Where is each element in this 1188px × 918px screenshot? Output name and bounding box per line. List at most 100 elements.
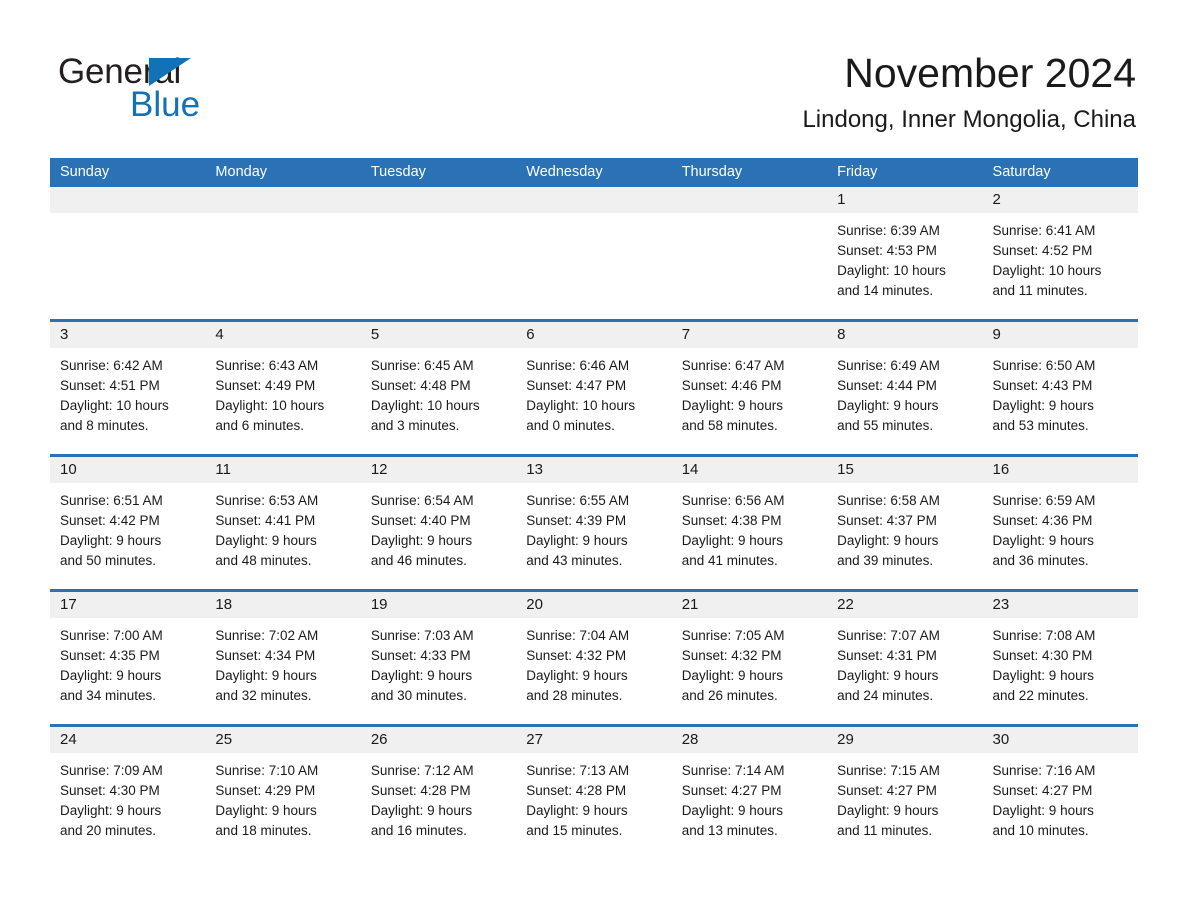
calendar-page: General Blue November 2024 Lindong, Inne… — [0, 0, 1188, 918]
general-blue-logo[interactable]: General Blue — [58, 52, 398, 132]
day-details: Sunrise: 6:41 AM Sunset: 4:52 PM Daylight:… — [983, 213, 1138, 301]
day-number: 18 — [215, 596, 233, 613]
day-details — [205, 213, 360, 221]
daylight-text-cont: and 36 minutes. — [992, 553, 1089, 568]
daylight-text-cont: and 28 minutes. — [526, 688, 623, 703]
day-cell[interactable]: 15 Sunrise: 6:58 AM Sunset: 4:37 PM Dayligh… — [827, 457, 983, 589]
day-details: Sunrise: 7:02 AM Sunset: 4:34 PM Daylight:… — [205, 618, 360, 706]
daylight-text: Daylight: 9 hours — [526, 533, 628, 548]
day-number: 6 — [526, 326, 535, 343]
day-number: 26 — [370, 731, 388, 748]
day-number: 24 — [60, 731, 77, 748]
day-cell[interactable]: 17 Sunrise: 7:00 AM Sunset: 4:35 PM Dayligh… — [50, 592, 206, 724]
day-cell[interactable]: 4 Sunrise: 6:43 AM Sunset: 4:49 PM Daylight… — [205, 322, 361, 454]
day-cell[interactable]: 24 Sunrise: 7:09 AM Sunset: 4:30 PM Dayligh… — [50, 727, 206, 859]
weekday-header-thursday: Thursday — [681, 164, 743, 180]
daylight-text: Daylight: 9 hours — [837, 803, 939, 818]
day-cell[interactable]: 30 Sunrise: 7:16 AM Sunset: 4:27 PM Dayligh… — [982, 727, 1138, 859]
day-cell[interactable]: 13 Sunrise: 6:55 AM Sunset: 4:39 PM Dayligh… — [516, 457, 672, 589]
daylight-text-cont: and 15 minutes. — [526, 823, 623, 838]
day-details — [50, 213, 205, 221]
day-details: Sunrise: 6:50 AM Sunset: 4:43 PM Daylight:… — [983, 348, 1138, 436]
sunset-text: Sunset: 4:27 PM — [837, 783, 937, 798]
day-cell[interactable]: 12 Sunrise: 6:54 AM Sunset: 4:40 PM Dayligh… — [360, 457, 517, 589]
week-cells: 17 Sunrise: 7:00 AM Sunset: 4:35 PM Dayligh… — [50, 592, 1138, 724]
day-number-band: 7 — [671, 322, 828, 348]
daylight-text-cont: and 32 minutes. — [215, 688, 312, 703]
daylight-text: Daylight: 10 hours — [526, 398, 636, 413]
day-cell[interactable]: 6 Sunrise: 6:46 AM Sunset: 4:47 PM Daylight… — [516, 322, 672, 454]
day-cell[interactable]: 27 Sunrise: 7:13 AM Sunset: 4:28 PM Dayligh… — [516, 727, 672, 859]
sunrise-text: Sunrise: 7:08 AM — [992, 628, 1096, 643]
day-number: 23 — [992, 596, 1010, 613]
sunset-text: Sunset: 4:32 PM — [681, 648, 782, 663]
sunrise-text: Sunrise: 7:13 AM — [526, 763, 630, 778]
sunset-text: Sunset: 4:46 PM — [681, 378, 782, 393]
sunset-text: Sunset: 4:38 PM — [681, 513, 782, 528]
day-cell[interactable]: 28 Sunrise: 7:14 AM Sunset: 4:27 PM Dayligh… — [671, 727, 828, 859]
sunset-text: Sunset: 4:27 PM — [992, 783, 1093, 798]
daylight-text: Daylight: 9 hours — [60, 803, 162, 818]
day-cell[interactable]: 22 Sunrise: 7:07 AM Sunset: 4:31 PM Dayligh… — [827, 592, 983, 724]
daylight-text: Daylight: 9 hours — [681, 533, 783, 548]
day-number: 13 — [526, 461, 543, 478]
day-cell[interactable]: 20 Sunrise: 7:04 AM Sunset: 4:32 PM Dayligh… — [516, 592, 672, 724]
sunrise-text: Sunrise: 7:03 AM — [370, 628, 474, 643]
day-number: 12 — [370, 461, 388, 478]
day-cell[interactable]: 5 Sunrise: 6:45 AM Sunset: 4:48 PM Daylight… — [360, 322, 517, 454]
day-cell[interactable]: 14 Sunrise: 6:56 AM Sunset: 4:38 PM Dayligh… — [671, 457, 828, 589]
day-cell[interactable]: 1 Sunrise: 6:39 AM Sunset: 4:53 PM Daylight… — [827, 187, 983, 319]
sunrise-text: Sunrise: 6:51 AM — [60, 493, 163, 508]
day-number: 5 — [370, 326, 380, 343]
day-cell[interactable]: 18 Sunrise: 7:02 AM Sunset: 4:34 PM Dayligh… — [205, 592, 361, 724]
day-number-band: 25 — [205, 727, 361, 753]
day-details — [361, 213, 516, 221]
daylight-text-cont: and 3 minutes. — [370, 418, 460, 433]
day-cell[interactable]: 25 Sunrise: 7:10 AM Sunset: 4:29 PM Dayligh… — [205, 727, 361, 859]
day-details: Sunrise: 7:05 AM Sunset: 4:32 PM Daylight:… — [672, 618, 827, 706]
day-cell[interactable]: 16 Sunrise: 6:59 AM Sunset: 4:36 PM Dayligh… — [982, 457, 1138, 589]
sunset-text: Sunset: 4:40 PM — [370, 513, 471, 528]
sunset-text: Sunset: 4:52 PM — [992, 243, 1093, 258]
sunset-text: Sunset: 4:43 PM — [992, 378, 1093, 393]
day-cell[interactable]: 3 Sunrise: 6:42 AM Sunset: 4:51 PM Daylight… — [50, 322, 206, 454]
day-cell[interactable]: 10 Sunrise: 6:51 AM Sunset: 4:42 PM Dayligh… — [50, 457, 206, 589]
weekday-header-row: Sunday Monday Tuesday Wednesday Thursday Frid… — [50, 158, 1138, 187]
daylight-text-cont: and 22 minutes. — [992, 688, 1089, 703]
daylight-text: Daylight: 9 hours — [215, 668, 317, 683]
daylight-text: Daylight: 9 hours — [992, 668, 1094, 683]
sunset-text: Sunset: 4:49 PM — [215, 378, 316, 393]
day-cell[interactable]: 8 Sunrise: 6:49 AM Sunset: 4:44 PM Daylight… — [827, 322, 983, 454]
day-details: Sunrise: 7:07 AM Sunset: 4:31 PM Daylight:… — [827, 618, 982, 706]
daylight-text-cont: and 43 minutes. — [526, 553, 623, 568]
day-cell[interactable]: 11 Sunrise: 6:53 AM Sunset: 4:41 PM Dayligh… — [205, 457, 361, 589]
day-cell[interactable]: 26 Sunrise: 7:12 AM Sunset: 4:28 PM Dayligh… — [360, 727, 517, 859]
sunrise-text: Sunrise: 6:42 AM — [60, 358, 163, 373]
day-details: Sunrise: 7:12 AM Sunset: 4:28 PM Daylight:… — [361, 753, 516, 841]
day-details — [516, 213, 671, 221]
sunset-text: Sunset: 4:37 PM — [837, 513, 937, 528]
day-number-band: 22 — [827, 592, 983, 618]
sunset-text: Sunset: 4:47 PM — [526, 378, 627, 393]
day-number-band: 29 — [827, 727, 983, 753]
weekday-header-monday: Monday — [215, 164, 268, 180]
sunset-text: Sunset: 4:34 PM — [215, 648, 316, 663]
day-details: Sunrise: 6:59 AM Sunset: 4:36 PM Daylight:… — [983, 483, 1138, 571]
daylight-text: Daylight: 9 hours — [681, 803, 783, 818]
day-number: 25 — [215, 731, 233, 748]
day-cell[interactable]: 23 Sunrise: 7:08 AM Sunset: 4:30 PM Dayligh… — [982, 592, 1138, 724]
day-number-band: 14 — [671, 457, 828, 483]
day-number: 27 — [526, 731, 543, 748]
day-details: Sunrise: 7:00 AM Sunset: 4:35 PM Daylight:… — [50, 618, 205, 706]
day-cell[interactable]: 29 Sunrise: 7:15 AM Sunset: 4:27 PM Dayligh… — [827, 727, 983, 859]
day-number: 10 — [60, 461, 77, 478]
day-cell[interactable]: 21 Sunrise: 7:05 AM Sunset: 4:32 PM Dayligh… — [671, 592, 828, 724]
day-cell[interactable]: 9 Sunrise: 6:50 AM Sunset: 4:43 PM Daylight… — [982, 322, 1138, 454]
day-cell[interactable]: 2 Sunrise: 6:41 AM Sunset: 4:52 PM Daylight… — [982, 187, 1138, 319]
day-cell[interactable]: 7 Sunrise: 6:47 AM Sunset: 4:46 PM Daylight… — [671, 322, 828, 454]
day-cell[interactable]: 19 Sunrise: 7:03 AM Sunset: 4:33 PM Dayligh… — [360, 592, 517, 724]
sunset-text: Sunset: 4:42 PM — [60, 513, 160, 528]
calendar-week-row: 10 Sunrise: 6:51 AM Sunset: 4:42 PM Dayligh… — [50, 454, 1138, 589]
daylight-text-cont: and 0 minutes. — [526, 418, 615, 433]
day-number: 14 — [681, 461, 699, 478]
